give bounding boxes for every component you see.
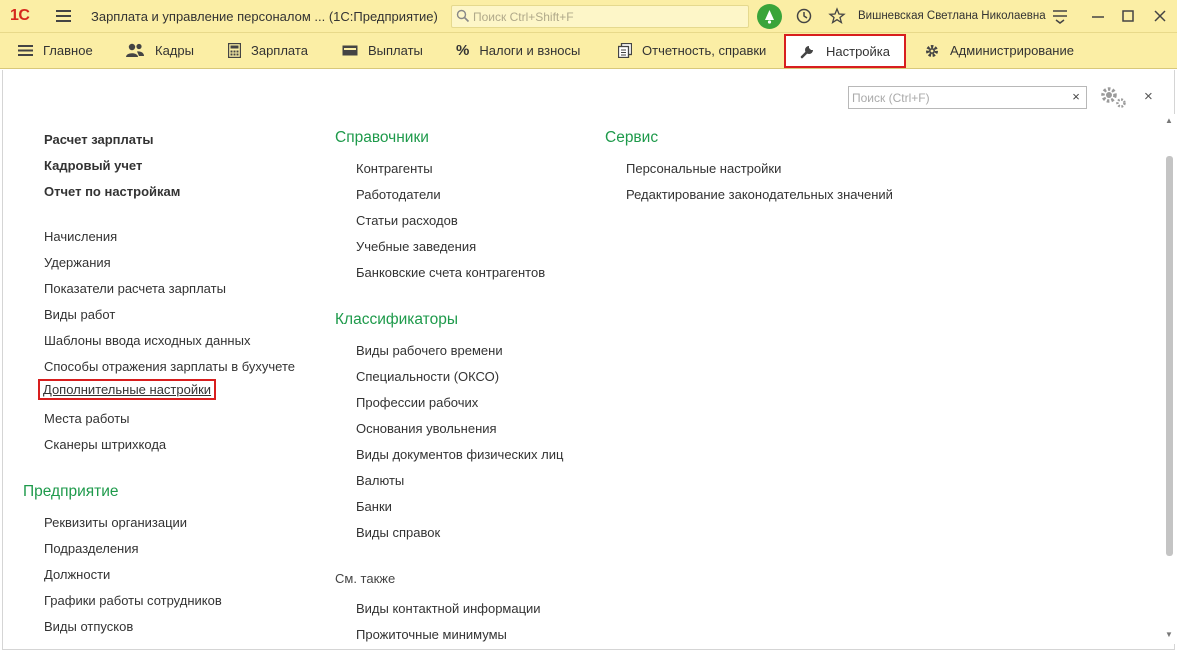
favorites-star-icon[interactable]: [828, 7, 846, 25]
link-worker-professions[interactable]: Профессии рабочих: [356, 395, 478, 410]
main-menu-icon[interactable]: [56, 10, 71, 22]
section-label: Налоги и взносы: [479, 43, 581, 58]
link-subsistence-minimums[interactable]: Прожиточные минимумы: [356, 627, 507, 642]
close-panel-button[interactable]: ×: [1144, 88, 1153, 105]
notifications-bell-icon[interactable]: [757, 4, 782, 29]
link-salary-calculation[interactable]: Расчет зарплаты: [44, 132, 153, 147]
section-label: Настройка: [826, 43, 890, 59]
vertical-scrollbar[interactable]: ▲ ▼: [1163, 114, 1175, 644]
link-positions[interactable]: Должности: [44, 567, 110, 582]
section-payments[interactable]: Выплаты: [342, 33, 423, 68]
link-counterparty-bank-accounts[interactable]: Банковские счета контрагентов: [356, 265, 545, 280]
wallet-icon: [342, 45, 358, 56]
link-dismissal-reasons[interactable]: Основания увольнения: [356, 421, 497, 436]
references-heading: Справочники: [335, 129, 429, 146]
section-administration[interactable]: Администрирование: [924, 33, 1074, 68]
link-expense-items[interactable]: Статьи расходов: [356, 213, 458, 228]
link-accounting-reflection[interactable]: Способы отражения зарплаты в бухучете: [44, 359, 295, 374]
link-additional-settings[interactable]: Дополнительные настройки: [38, 379, 217, 400]
history-icon[interactable]: [795, 7, 813, 25]
link-deductions[interactable]: Удержания: [44, 255, 111, 270]
minimize-icon[interactable]: [1091, 7, 1105, 25]
section-label: Кадры: [155, 43, 194, 58]
section-main[interactable]: Главное: [18, 33, 93, 68]
service-heading: Сервис: [605, 129, 659, 146]
clear-search-button[interactable]: ×: [1066, 86, 1087, 109]
people-icon: [126, 43, 144, 57]
section-label: Зарплата: [251, 43, 308, 58]
link-id-document-types[interactable]: Виды документов физических лиц: [356, 447, 563, 462]
link-personal-settings[interactable]: Персональные настройки: [626, 161, 781, 176]
link-banks[interactable]: Банки: [356, 499, 392, 514]
link-contact-info-types[interactable]: Виды контактной информации: [356, 601, 541, 616]
window-title: Зарплата и управление персоналом ... (1С…: [91, 9, 438, 24]
close-window-icon[interactable]: [1153, 7, 1167, 25]
sections-bar: Главное Кадры Зарплата Выплаты % Налоги …: [0, 33, 1177, 69]
scroll-down-arrow-icon[interactable]: ▼: [1165, 630, 1173, 639]
scrollbar-thumb[interactable]: [1166, 156, 1173, 556]
link-vacation-types[interactable]: Виды отпусков: [44, 619, 133, 634]
link-work-types[interactable]: Виды работ: [44, 307, 115, 322]
section-label: Администрирование: [950, 43, 1074, 58]
link-legislative-values[interactable]: Редактирование законодательных значений: [626, 187, 893, 202]
link-barcode-scanners[interactable]: Сканеры штрихкода: [44, 437, 166, 452]
link-specialties-okso[interactable]: Специальности (ОКСО): [356, 369, 499, 384]
calculator-icon: [228, 43, 241, 58]
link-certificate-types[interactable]: Виды справок: [356, 525, 440, 540]
panel-search-placeholder: Поиск (Ctrl+F): [852, 91, 930, 105]
panel-settings-gear-icon[interactable]: [1099, 85, 1129, 109]
link-hr-accounting[interactable]: Кадровый учет: [44, 158, 142, 173]
section-taxes[interactable]: % Налоги и взносы: [456, 33, 580, 68]
enterprise-heading: Предприятие: [23, 483, 119, 500]
section-label: Отчетность, справки: [642, 43, 767, 58]
link-employers[interactable]: Работодатели: [356, 187, 441, 202]
wrench-icon: [800, 46, 813, 59]
link-currencies[interactable]: Валюты: [356, 473, 404, 488]
link-workplaces[interactable]: Места работы: [44, 411, 130, 426]
section-label: Главное: [43, 43, 93, 58]
panel-search-input[interactable]: Поиск (Ctrl+F): [848, 86, 1067, 109]
link-salary-indicators[interactable]: Показатели расчета зарплаты: [44, 281, 226, 296]
classifiers-heading: Классификаторы: [335, 311, 458, 328]
link-input-templates[interactable]: Шаблоны ввода исходных данных: [44, 333, 250, 348]
maximize-icon[interactable]: [1121, 7, 1135, 25]
link-accruals[interactable]: Начисления: [44, 229, 117, 244]
section-label: Выплаты: [368, 43, 423, 58]
global-search-placeholder: Поиск Ctrl+Shift+F: [473, 10, 574, 24]
link-counterparties[interactable]: Контрагенты: [356, 161, 433, 176]
link-work-schedules[interactable]: Графики работы сотрудников: [44, 593, 222, 608]
link-educational-institutions[interactable]: Учебные заведения: [356, 239, 476, 254]
see-also-heading: См. также: [335, 571, 396, 586]
gear-icon: [926, 44, 938, 57]
search-icon: [456, 9, 470, 23]
app-logo[interactable]: 1С: [10, 7, 30, 25]
documents-icon: [618, 43, 632, 58]
link-settings-report[interactable]: Отчет по настройкам: [44, 184, 180, 199]
settings-menu-icon[interactable]: [1052, 7, 1068, 25]
title-bar: 1С Зарплата и управление персоналом ... …: [0, 0, 1177, 33]
current-user-name[interactable]: Вишневская Светлана Николаевна: [858, 10, 1046, 22]
link-working-time-types[interactable]: Виды рабочего времени: [356, 343, 503, 358]
global-search-input[interactable]: Поиск Ctrl+Shift+F: [451, 5, 749, 28]
scroll-up-arrow-icon[interactable]: ▲: [1165, 116, 1173, 125]
link-departments[interactable]: Подразделения: [44, 541, 139, 556]
link-organization-details[interactable]: Реквизиты организации: [44, 515, 187, 530]
section-reports[interactable]: Отчетность, справки: [618, 33, 766, 68]
percent-icon: %: [456, 42, 470, 59]
menu-icon: [18, 45, 33, 56]
section-salary[interactable]: Зарплата: [228, 33, 308, 68]
section-settings[interactable]: Настройка: [784, 34, 906, 68]
section-hr[interactable]: Кадры: [125, 33, 194, 68]
